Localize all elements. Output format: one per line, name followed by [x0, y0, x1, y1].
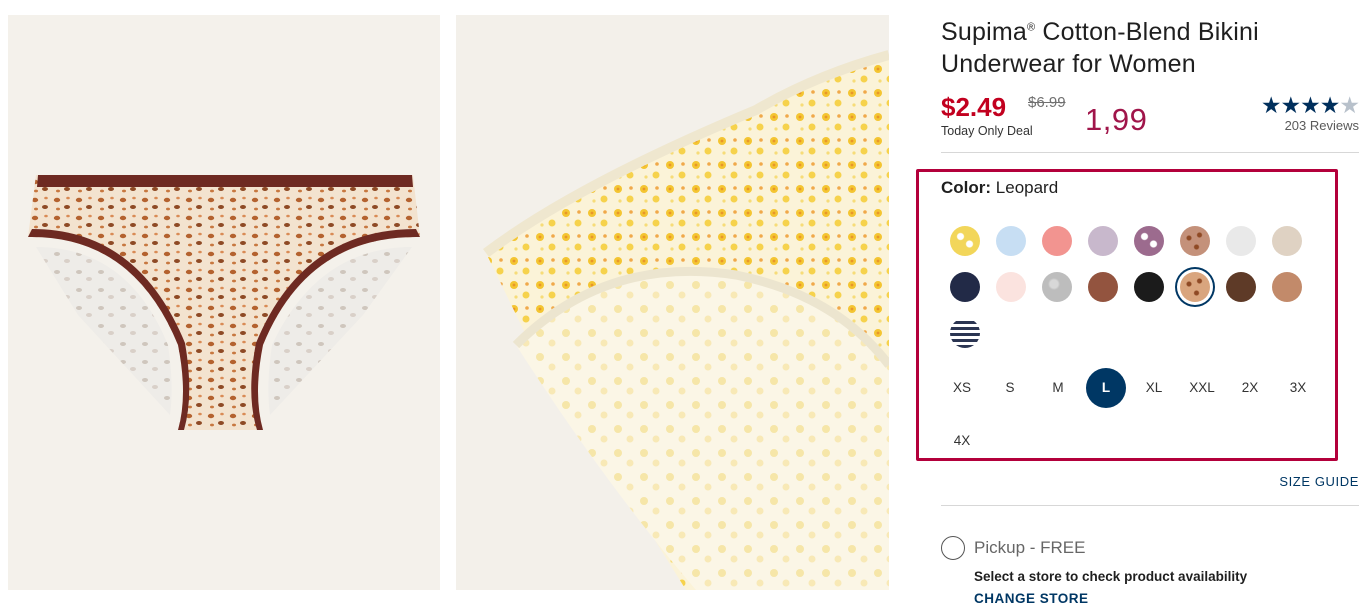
coral-swatch[interactable]: [1042, 226, 1072, 256]
selected-color-name: Leopard: [995, 178, 1059, 197]
price-row: $2.49 $6.99 Today Only Deal 1,99 ★★★★★ 2…: [941, 92, 1360, 142]
size-option-xs[interactable]: XS: [942, 368, 982, 408]
size-option-s[interactable]: S: [990, 368, 1030, 408]
size-option-l[interactable]: L: [1086, 368, 1126, 408]
light-gray-swatch[interactable]: [1226, 226, 1256, 256]
tan-swatch[interactable]: [1272, 272, 1302, 302]
leopard-swatch[interactable]: [1180, 272, 1210, 302]
rust-brown-swatch[interactable]: [1088, 272, 1118, 302]
deal-label: Today Only Deal: [941, 124, 1033, 138]
original-price: $6.99: [1028, 94, 1066, 111]
light-blue-swatch[interactable]: [996, 226, 1026, 256]
brown-print-swatch[interactable]: [1180, 226, 1210, 256]
options-highlight-frame: [916, 169, 1338, 461]
price-annotation: 1,99: [1085, 102, 1148, 137]
change-store-link[interactable]: CHANGE STORE: [974, 591, 1089, 603]
size-guide-link[interactable]: SIZE GUIDE: [1279, 474, 1359, 489]
product-image-floral[interactable]: [456, 15, 889, 590]
product-title: Supima® Cotton-Blend Bikini Underwear fo…: [941, 18, 1259, 78]
reviews-link[interactable]: 203 Reviews: [1285, 118, 1359, 133]
size-option-4x[interactable]: 4X: [942, 421, 982, 461]
yellow-floral-swatch[interactable]: [950, 226, 980, 256]
store-availability-message: Select a store to check product availabi…: [974, 569, 1248, 584]
navy-swatch[interactable]: [950, 272, 980, 302]
size-option-xl[interactable]: XL: [1134, 368, 1174, 408]
size-option-3x[interactable]: 3X: [1278, 368, 1318, 408]
sale-price: $2.49: [941, 92, 1007, 122]
purple-floral-swatch[interactable]: [1134, 226, 1164, 256]
blush-swatch[interactable]: [996, 272, 1026, 302]
color-label: Color: Leopard: [941, 178, 1059, 197]
chocolate-swatch[interactable]: [1226, 272, 1256, 302]
black-swatch[interactable]: [1134, 272, 1164, 302]
leopard-bikini-illustration: [28, 175, 420, 430]
pickup-radio[interactable]: [941, 536, 965, 560]
navy-stripe-swatch[interactable]: [950, 318, 980, 348]
beige-swatch[interactable]: [1272, 226, 1302, 256]
heather-gray-swatch[interactable]: [1042, 272, 1072, 302]
lavender-swatch[interactable]: [1088, 226, 1118, 256]
size-option-xxl[interactable]: XXL: [1182, 368, 1222, 408]
product-image-leopard[interactable]: [8, 15, 440, 590]
rating-stars-icon[interactable]: ★★★★★: [1261, 92, 1360, 119]
divider: [941, 505, 1359, 506]
pickup-label: Pickup - FREE: [974, 538, 1086, 557]
size-option-m[interactable]: M: [1038, 368, 1078, 408]
size-option-2x[interactable]: 2X: [1230, 368, 1270, 408]
divider: [941, 152, 1359, 153]
floral-bikini-illustration: [482, 50, 889, 590]
